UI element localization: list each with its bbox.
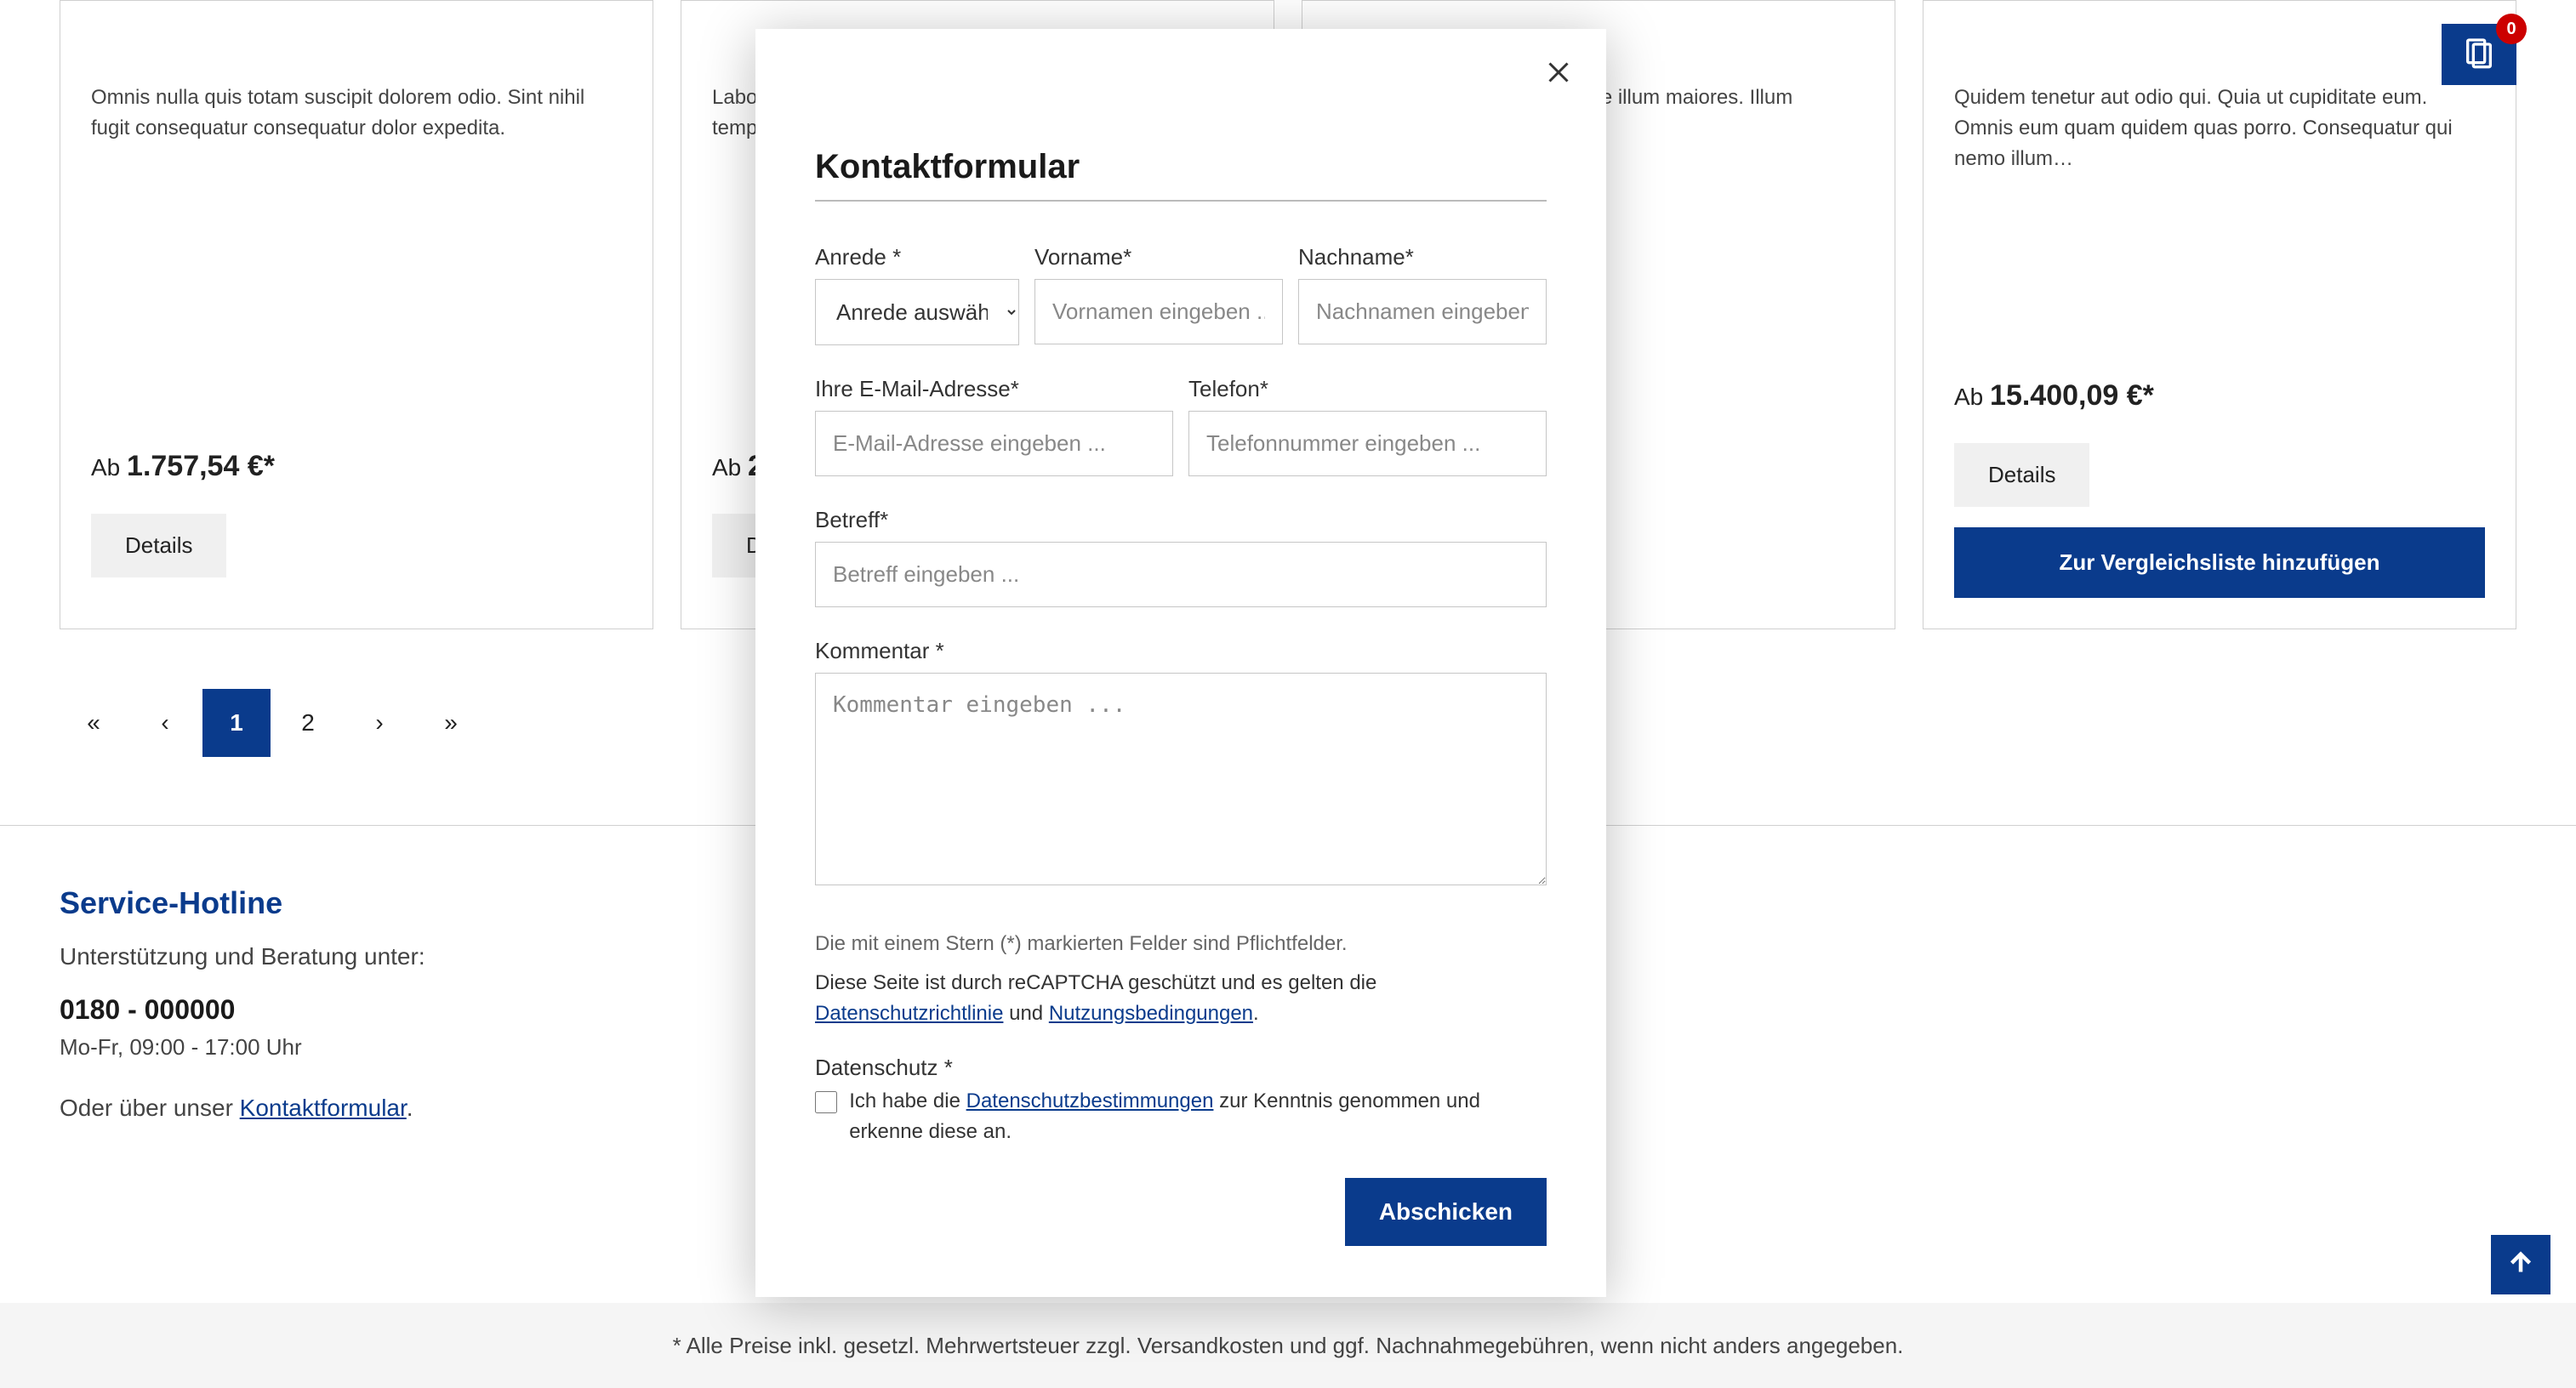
terms-of-use-link[interactable]: Nutzungsbedingungen [1049, 1002, 1253, 1025]
legal-footer: * Alle Preise inkl. gesetzl. Mehrwertste… [0, 1303, 2576, 1388]
submit-button[interactable]: Abschicken [1345, 1178, 1547, 1246]
modal-title: Kontaktformular [815, 148, 1547, 186]
comment-label: Kommentar * [815, 638, 1547, 664]
phone-input[interactable] [1188, 411, 1547, 476]
contact-form-modal: Kontaktformular Anrede * Anrede auswähle… [755, 29, 1606, 1297]
arrow-up-icon [2505, 1248, 2536, 1283]
privacy-policy-link[interactable]: Datenschutzrichtlinie [815, 1002, 1003, 1025]
details-button[interactable]: Details [1954, 443, 2089, 507]
comment-textarea[interactable] [815, 673, 1547, 885]
details-button[interactable]: Details [91, 514, 226, 577]
product-card: Quidem tenetur aut odio qui. Quia ut cup… [1923, 0, 2516, 629]
lastname-label: Nachname* [1298, 244, 1547, 270]
subject-label: Betreff* [815, 507, 1547, 533]
pagination-page-2[interactable]: 2 [274, 689, 342, 757]
salutation-label: Anrede * [815, 244, 1019, 270]
privacy-consent-checkbox[interactable] [815, 1089, 837, 1115]
email-label: Ihre E-Mail-Adresse* [815, 376, 1173, 402]
product-price: Ab 1.757,54 €* [91, 450, 622, 483]
product-price: Ab 15.400,09 €* [1954, 379, 2485, 412]
add-to-compare-button[interactable]: Zur Vergleichsliste hinzufügen [1954, 527, 2485, 598]
compare-count-badge: 0 [2496, 14, 2527, 44]
product-card: Omnis nulla quis totam suscipit dolorem … [60, 0, 653, 629]
pagination-first[interactable]: « [60, 689, 128, 757]
phone-label: Telefon* [1188, 376, 1547, 402]
modal-close-button[interactable] [1540, 54, 1577, 92]
pagination-page-1[interactable]: 1 [202, 689, 271, 757]
lastname-input[interactable] [1298, 279, 1547, 344]
subject-input[interactable] [815, 542, 1547, 607]
required-fields-note: Die mit einem Stern (*) markierten Felde… [815, 932, 1547, 956]
pagination-last[interactable]: » [417, 689, 485, 757]
contact-form-link[interactable]: Kontaktformular [240, 1095, 407, 1121]
email-input[interactable] [815, 411, 1173, 476]
privacy-consent-text: Ich habe die Datenschutzbestimmungen zur… [849, 1086, 1547, 1147]
scroll-to-top-button[interactable] [2491, 1235, 2550, 1294]
privacy-section-title: Datenschutz * [815, 1055, 1547, 1081]
firstname-label: Vorname* [1034, 244, 1283, 270]
compare-widget[interactable]: 0 [2442, 24, 2516, 85]
pagination-next[interactable]: › [345, 689, 413, 757]
firstname-input[interactable] [1034, 279, 1283, 344]
divider [815, 200, 1547, 202]
close-icon [1543, 77, 1574, 90]
pagination-prev[interactable]: ‹ [131, 689, 199, 757]
compare-icon [2462, 36, 2496, 74]
salutation-select[interactable]: Anrede auswählen ... [815, 279, 1019, 345]
privacy-terms-link[interactable]: Datenschutzbestimmungen [966, 1089, 1214, 1112]
product-description: Quidem tenetur aut odio qui. Quia ut cup… [1954, 82, 2485, 174]
recaptcha-note: Diese Seite ist durch reCAPTCHA geschütz… [815, 968, 1547, 1029]
product-description: Omnis nulla quis totam suscipit dolorem … [91, 82, 622, 144]
privacy-consent-row: Ich habe die Datenschutzbestimmungen zur… [815, 1086, 1547, 1147]
